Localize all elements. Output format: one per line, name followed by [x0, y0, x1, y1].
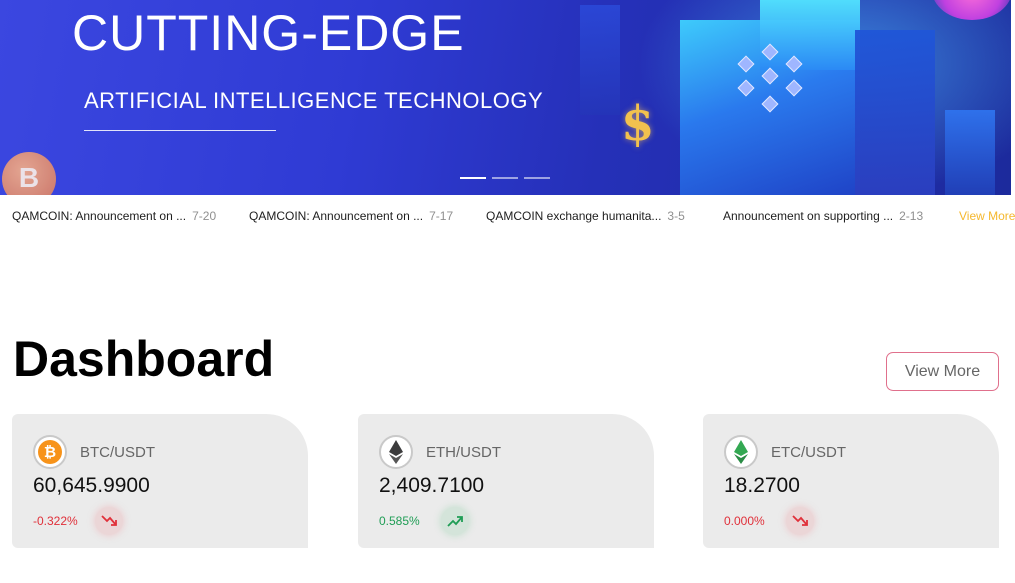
carousel-dot[interactable]: [460, 177, 486, 179]
announcement-date: 7-17: [429, 209, 454, 223]
carousel-dot[interactable]: [492, 177, 518, 179]
ethereum-icon: [379, 435, 413, 469]
banner-building: [760, 0, 860, 70]
announcement-bar: QAMCOIN: Announcement on ... 7-20 QAMCOIN…: [0, 195, 1015, 235]
banner-building: [855, 30, 935, 195]
trend-down-icon: [95, 507, 123, 535]
pair-label: ETH/USDT: [426, 444, 501, 461]
announcement-title: QAMCOIN: Announcement on ...: [12, 209, 187, 223]
bitcoin-icon: ₿: [33, 435, 67, 469]
banner-building: [945, 110, 995, 195]
hero-banner[interactable]: CUTTING-EDGE ARTIFICIAL INTELLIGENCE TEC…: [0, 0, 1011, 195]
carousel-indicators: [460, 177, 550, 179]
announcement-item[interactable]: Announcement on supporting ... 2-13: [723, 209, 923, 223]
pair-label: ETC/USDT: [771, 444, 846, 461]
announcement-title: Announcement on supporting ...: [723, 209, 894, 223]
announcement-date: 7-20: [192, 209, 217, 223]
dollar-icon: $: [621, 96, 655, 152]
market-card-btc[interactable]: ₿ BTC/USDT 60,645.9900 -0.322%: [12, 414, 308, 548]
change-percent: -0.322%: [33, 514, 78, 528]
pair-label: BTC/USDT: [80, 444, 155, 461]
ethereum-classic-icon: [724, 435, 758, 469]
announcements-view-more-link[interactable]: View More: [959, 209, 1015, 223]
price-value: 2,409.7100: [379, 474, 485, 497]
announcement-title: QAMCOIN exchange humanita...: [486, 209, 662, 223]
market-card-eth[interactable]: ETH/USDT 2,409.7100 0.585%: [358, 414, 654, 548]
dashboard-view-more-button[interactable]: View More: [886, 352, 999, 391]
change-percent: 0.000%: [724, 514, 765, 528]
announcement-date: 3-5: [667, 209, 685, 223]
dashboard-title: Dashboard: [13, 331, 275, 387]
market-card-etc[interactable]: ETC/USDT 18.2700 0.000%: [703, 414, 999, 548]
price-value: 18.2700: [724, 474, 800, 497]
announcement-item[interactable]: QAMCOIN exchange humanita... 3-5: [486, 209, 685, 223]
bitcoin-coin-icon: B: [2, 152, 56, 195]
trend-down-icon: [786, 507, 814, 535]
banner-subtitle: ARTIFICIAL INTELLIGENCE TECHNOLOGY: [84, 88, 544, 113]
announcement-item[interactable]: QAMCOIN: Announcement on ... 7-20: [12, 209, 216, 223]
change-percent: 0.585%: [379, 514, 420, 528]
announcement-date: 2-13: [899, 209, 924, 223]
banner-title: CUTTING-EDGE: [72, 5, 465, 61]
carousel-dot[interactable]: [524, 177, 550, 179]
announcement-item[interactable]: QAMCOIN: Announcement on ... 7-17: [249, 209, 453, 223]
svg-text:₿: ₿: [44, 444, 56, 461]
trend-up-icon: [441, 507, 469, 535]
announcement-title: QAMCOIN: Announcement on ...: [249, 209, 424, 223]
banner-divider: [84, 130, 276, 131]
banner-building: [580, 5, 620, 115]
price-value: 60,645.9900: [33, 474, 150, 497]
